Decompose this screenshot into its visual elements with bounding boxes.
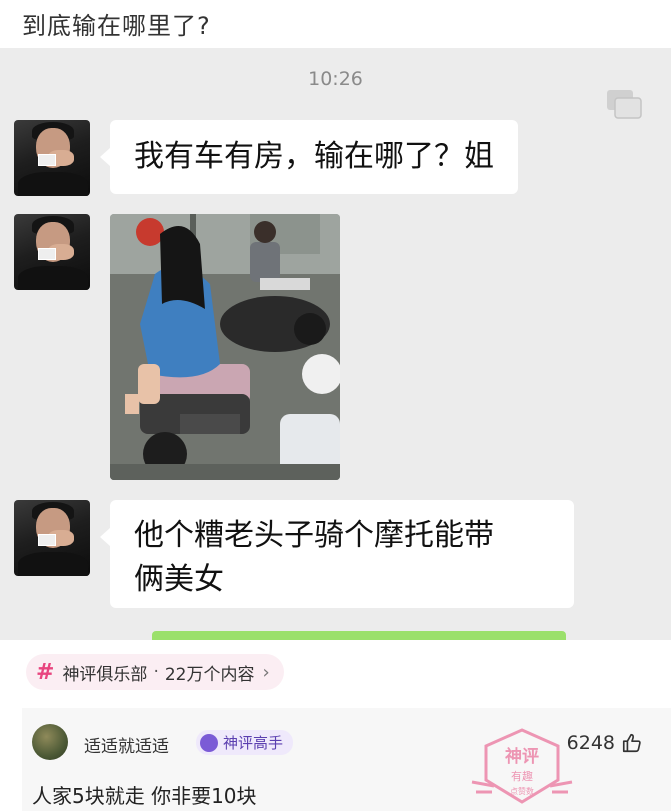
photo-message[interactable] — [110, 214, 340, 480]
chat-bubble[interactable]: 我有车有房，输在哪了？姐 — [100, 120, 518, 194]
badge-label: 神评高手 — [223, 734, 284, 752]
topic-separator: · — [153, 662, 159, 682]
topic-tag[interactable]: # 神评俱乐部 · 22万个内容 › — [26, 654, 284, 690]
multi-window-icon — [607, 90, 642, 119]
stamp-text-1: 神评 — [505, 746, 539, 767]
avatar[interactable] — [32, 724, 68, 760]
own-bubble-edge — [152, 631, 566, 640]
hash-icon: # — [36, 659, 55, 685]
user-badge[interactable]: 神评高手 — [196, 730, 294, 755]
avatar[interactable] — [14, 120, 90, 196]
topic-name: 神评俱乐部 — [62, 664, 148, 685]
comment-username[interactable]: 适适就适适 — [84, 732, 169, 757]
like-count: 6248 — [566, 732, 615, 754]
topic-count: 22万个内容 — [164, 664, 255, 685]
chat-time: 10:26 — [308, 68, 363, 90]
avatar[interactable] — [14, 500, 90, 576]
chevron-right-icon: › — [262, 661, 270, 683]
avatar[interactable] — [14, 214, 90, 290]
comment-text: 人家5块就走 你非要10块 — [32, 784, 257, 808]
post-title: 到底输在哪里了? — [22, 12, 211, 40]
like-button[interactable]: 6248 — [567, 732, 643, 754]
thumbs-up-icon — [622, 733, 641, 753]
stamp-text-2: 有趣 — [511, 769, 533, 783]
message-text: 我有车有房，输在哪了？姐 — [134, 139, 494, 174]
message-text-line-1: 他个糟老头子骑个摩托能带 — [134, 518, 494, 553]
stamp-icon: 神评 有趣 点赞数 — [471, 728, 573, 804]
chat-bubble[interactable]: 他个糟老头子骑个摩托能带 俩美女 — [100, 500, 574, 608]
message-text-line-2: 俩美女 — [134, 562, 224, 597]
comment-card: 适适就适适 神评高手 人家5块就走 你非要10块 神评 有趣 点赞数 6248 — [22, 708, 671, 811]
chat-screenshot: 10:26 我有车有房，输在哪了？姐 他个糟老头子骑个摩托能带 俩美女 — [0, 48, 671, 640]
stamp-text-3: 点赞数 — [510, 786, 534, 796]
badge-icon — [200, 733, 218, 752]
